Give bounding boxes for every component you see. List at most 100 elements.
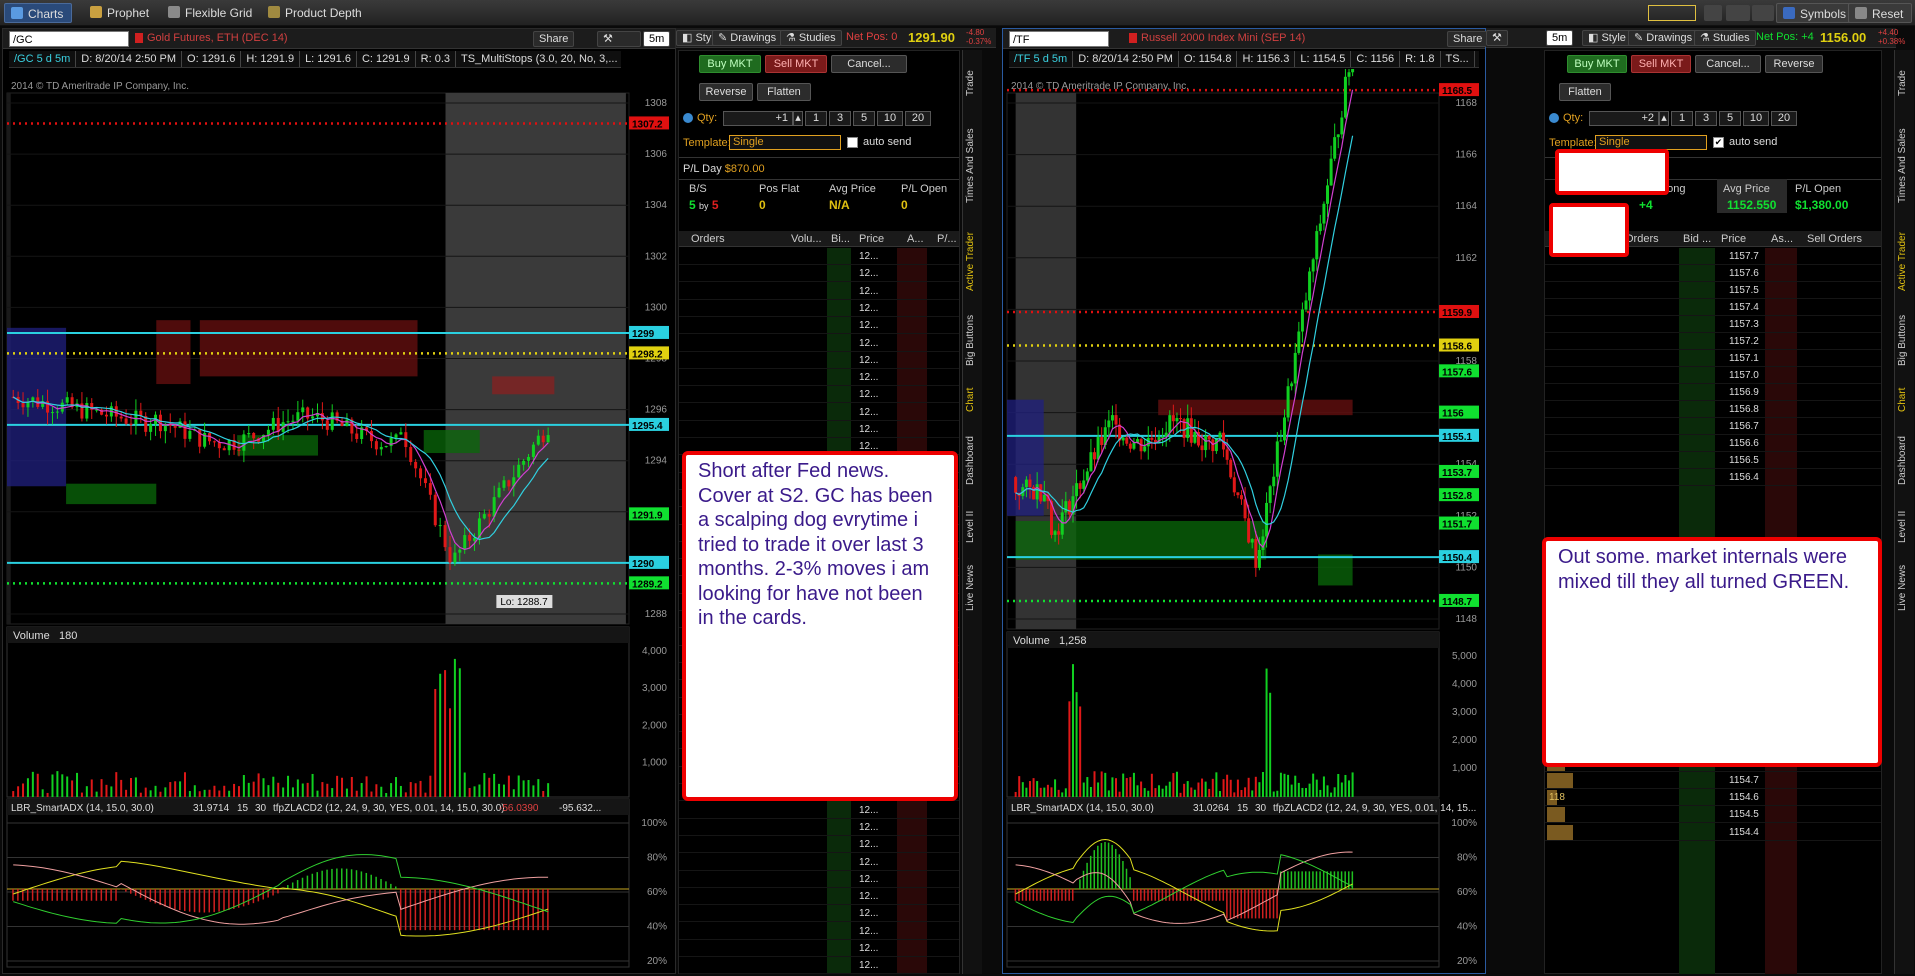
left-auto-send-checkbox[interactable]: [847, 137, 858, 148]
ladder-row[interactable]: 1157.4: [1545, 299, 1881, 316]
qty-stepper[interactable]: ▴: [1659, 111, 1669, 126]
right-cancel-button[interactable]: Cancel...: [1695, 55, 1761, 73]
ladder-row[interactable]: 12...: [679, 300, 959, 317]
ladder-row[interactable]: 1157.0: [1545, 367, 1881, 384]
reset-button[interactable]: Reset: [1848, 3, 1913, 23]
right-qty-input[interactable]: +2: [1589, 111, 1659, 126]
ladder-row[interactable]: 12...: [679, 352, 959, 369]
side-tab-big-buttons[interactable]: Big Buttons: [965, 306, 981, 374]
ladder-row[interactable]: 12...: [679, 871, 959, 888]
tab-prophet[interactable]: Prophet: [84, 3, 157, 23]
ladder-row[interactable]: 12...: [679, 386, 959, 404]
ladder-row[interactable]: 12...: [679, 802, 959, 819]
ladder-row[interactable]: 1156.4: [1545, 469, 1881, 486]
right-reverse-button[interactable]: Reverse: [1765, 55, 1823, 73]
left-symbol-input[interactable]: /GC: [9, 31, 129, 47]
ladder-row[interactable]: 1157.3: [1545, 316, 1881, 333]
left-flatten-button[interactable]: Flatten: [757, 83, 811, 101]
ladder-row[interactable]: 12...: [679, 283, 959, 300]
left-studies-button[interactable]: ⚗ Studies: [780, 30, 842, 46]
ladder-row[interactable]: 1156.7: [1545, 418, 1881, 435]
left-share-button[interactable]: Share: [533, 31, 575, 47]
ladder-row[interactable]: 1156.6: [1545, 435, 1881, 452]
side-tab-level-ii[interactable]: Level II: [965, 502, 981, 552]
bell-icon[interactable]: [1704, 5, 1722, 21]
help-icon[interactable]: [683, 113, 693, 123]
side-tab-dashboard[interactable]: Dashboard: [965, 426, 981, 496]
left-qty-preset-3[interactable]: 3: [829, 111, 851, 126]
right-template-select[interactable]: Single: [1595, 135, 1707, 150]
left-qty-preset-10[interactable]: 10: [877, 111, 903, 126]
side-tab-active-trader[interactable]: Active Trader: [965, 222, 981, 302]
right-style-button[interactable]: ◧ Style: [1582, 30, 1632, 46]
left-qty-preset-1[interactable]: 1: [805, 111, 827, 126]
left-drawings-button[interactable]: ✎ Drawings: [712, 30, 783, 46]
right-qty-preset-5[interactable]: 5: [1719, 111, 1741, 126]
ladder-row[interactable]: 1157.2: [1545, 333, 1881, 350]
side-tab-big-buttons[interactable]: Big Buttons: [1897, 306, 1913, 374]
side-tab-live-news[interactable]: Live News: [1897, 558, 1913, 618]
side-tab-dashboard[interactable]: Dashboard: [1897, 426, 1913, 496]
side-tab-level-ii[interactable]: Level II: [1897, 502, 1913, 552]
ladder-row[interactable]: 12...: [679, 369, 959, 387]
side-tab-times-and-sales[interactable]: Times And Sales: [1897, 116, 1913, 216]
left-qty-preset-5[interactable]: 5: [853, 111, 875, 126]
ladder-row[interactable]: 1157.1: [1545, 350, 1881, 367]
ladder-row[interactable]: 12...: [679, 836, 959, 854]
side-tab-trade[interactable]: Trade: [1897, 58, 1913, 108]
right-symbol-input[interactable]: /TF: [1009, 31, 1109, 47]
ladder-row[interactable]: 12...: [679, 854, 959, 871]
ladder-row[interactable]: 1156.5: [1545, 452, 1881, 469]
ladder-row[interactable]: 12...: [679, 819, 959, 836]
side-tab-chart[interactable]: Chart: [1897, 380, 1913, 420]
left-reverse-button[interactable]: Reverse: [699, 83, 753, 101]
right-timeframe-button[interactable]: 5m: [1546, 30, 1574, 46]
qty-stepper[interactable]: ▴: [793, 111, 803, 126]
side-tab-chart[interactable]: Chart: [965, 380, 981, 420]
tab-flexible-grid[interactable]: Flexible Grid: [162, 3, 260, 23]
ladder-row[interactable]: 1156.8: [1545, 401, 1881, 418]
ladder-row[interactable]: 12...: [679, 957, 959, 975]
tab-product-depth[interactable]: Product Depth: [262, 3, 370, 23]
right-sell-mkt-button[interactable]: Sell MKT: [1631, 55, 1691, 73]
right-qty-preset-3[interactable]: 3: [1695, 111, 1717, 126]
tab-charts[interactable]: Charts: [4, 3, 73, 23]
right-buy-mkt-button[interactable]: Buy MKT: [1567, 55, 1627, 73]
left-buy-mkt-button[interactable]: Buy MKT: [699, 55, 761, 73]
ladder-row[interactable]: 12...: [679, 248, 959, 265]
right-qty-preset-1[interactable]: 1: [1671, 111, 1693, 126]
side-tab-active-trader[interactable]: Active Trader: [1897, 222, 1913, 302]
ladder-row[interactable]: 1154.6 118: [1545, 789, 1881, 807]
left-timeframe-button[interactable]: 5m: [643, 31, 671, 47]
ladder-row[interactable]: 1154.5: [1545, 806, 1881, 824]
symbols-button[interactable]: Symbols: [1776, 3, 1856, 23]
right-qty-preset-10[interactable]: 10: [1743, 111, 1769, 126]
side-tab-trade[interactable]: Trade: [965, 58, 981, 108]
ladder-row[interactable]: 1157.5: [1545, 282, 1881, 299]
link-icon[interactable]: [1726, 5, 1750, 21]
ladder-row[interactable]: 12...: [679, 421, 959, 438]
right-share-button[interactable]: Share: [1447, 31, 1489, 47]
ladder-row[interactable]: 1156.9: [1545, 384, 1881, 401]
ladder-row[interactable]: 12...: [679, 265, 959, 283]
ladder-row[interactable]: 12...: [679, 317, 959, 335]
ladder-row[interactable]: 1157.6: [1545, 265, 1881, 282]
side-tab-times-and-sales[interactable]: Times And Sales: [965, 116, 981, 216]
left-template-select[interactable]: Single: [729, 135, 841, 150]
right-auto-send-checkbox[interactable]: ✔: [1713, 137, 1724, 148]
left-sell-mkt-button[interactable]: Sell MKT: [765, 55, 827, 73]
help-icon[interactable]: [1549, 113, 1559, 123]
side-tab-live-news[interactable]: Live News: [965, 558, 981, 618]
left-tools-button[interactable]: ⚒: [597, 31, 641, 47]
left-cancel-button[interactable]: Cancel...: [831, 55, 907, 73]
ladder-row[interactable]: 12...: [679, 888, 959, 906]
left-qty-input[interactable]: +1: [723, 111, 793, 126]
ladder-row[interactable]: 12...: [679, 335, 959, 352]
ladder-row[interactable]: 12...: [679, 905, 959, 923]
right-qty-preset-20[interactable]: 20: [1771, 111, 1797, 126]
ladder-row[interactable]: 12...: [679, 404, 959, 421]
right-tools-button[interactable]: ⚒: [1486, 30, 1508, 46]
window-icon[interactable]: [1752, 5, 1774, 21]
right-drawings-button[interactable]: ✎ Drawings: [1628, 30, 1699, 46]
ladder-row[interactable]: 1154.4: [1545, 824, 1881, 841]
